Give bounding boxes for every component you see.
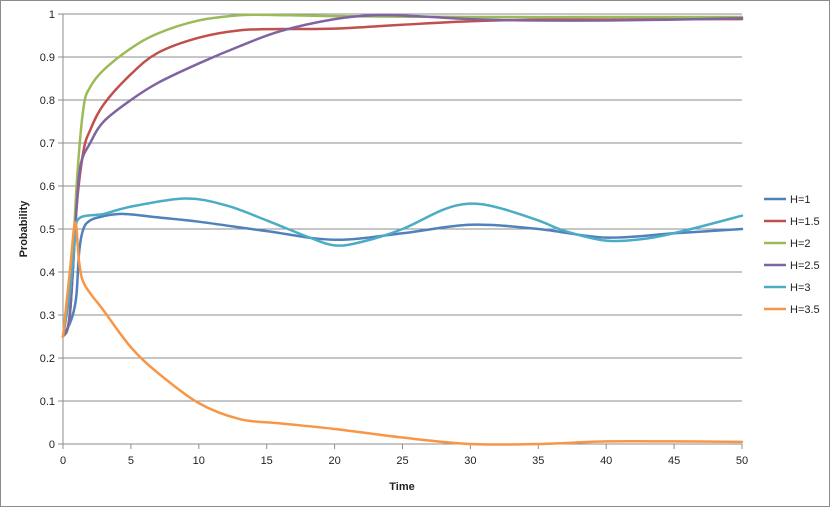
x-tick-label: 30 bbox=[464, 455, 476, 467]
legend-label-h-2: H=2 bbox=[790, 238, 811, 250]
y-tick-label: 0.7 bbox=[40, 138, 55, 150]
x-tick-label: 15 bbox=[261, 455, 273, 467]
y-tick-label: 0.6 bbox=[40, 181, 55, 193]
legend-label-h-1: H=1 bbox=[790, 194, 811, 206]
y-tick-label: 0.5 bbox=[40, 224, 55, 236]
y-axis-title: Probability bbox=[18, 200, 30, 258]
series-line-h-1 bbox=[61, 212, 744, 338]
x-tick-label: 20 bbox=[328, 455, 340, 467]
series-lines bbox=[61, 13, 744, 446]
y-tick-label: 0.4 bbox=[40, 267, 55, 279]
legend: H=1 H=1.5 H=2 H=2.5 H=3 H=3.5 bbox=[764, 194, 820, 316]
x-tick-label: 10 bbox=[193, 455, 205, 467]
legend-label-h-3: H=3 bbox=[790, 282, 811, 294]
series-line-h-1-5 bbox=[61, 17, 744, 338]
x-tick-label: 25 bbox=[396, 455, 408, 467]
x-axis-title: Time bbox=[389, 481, 414, 493]
x-tick-label: 50 bbox=[736, 455, 748, 467]
y-tick-label: 0.9 bbox=[40, 52, 55, 64]
y-tick-label: 0.8 bbox=[40, 95, 55, 107]
x-tick-label: 35 bbox=[532, 455, 544, 467]
x-tick-label: 0 bbox=[60, 455, 66, 467]
legend-label-h-2-5: H=2.5 bbox=[790, 260, 820, 272]
axes bbox=[58, 13, 743, 449]
series-line-h-3-5 bbox=[61, 221, 744, 446]
x-tick-labels: 0 5 10 15 20 25 30 35 40 45 50 bbox=[60, 455, 748, 467]
y-tick-label: 1 bbox=[49, 9, 55, 21]
legend-label-h-1-5: H=1.5 bbox=[790, 216, 820, 228]
y-tick-label: 0.3 bbox=[40, 310, 55, 322]
x-tick-label: 45 bbox=[668, 455, 680, 467]
y-tick-label: 0.1 bbox=[40, 396, 55, 408]
series-line-h-2 bbox=[61, 13, 744, 338]
y-tick-labels: 0 0.1 0.2 0.3 0.4 0.5 0.6 0.7 0.8 0.9 1 bbox=[40, 9, 55, 451]
x-tick-label: 5 bbox=[128, 455, 134, 467]
series-line-h-2-5 bbox=[61, 13, 744, 338]
x-tick-label: 40 bbox=[600, 455, 612, 467]
legend-label-h-3-5: H=3.5 bbox=[790, 304, 820, 316]
line-chart: 0 0.1 0.2 0.3 0.4 0.5 0.6 0.7 0.8 0.9 1 0 5 10 15 20 25… bbox=[18, 9, 820, 493]
y-tick-label: 0.2 bbox=[40, 353, 55, 365]
y-tick-label: 0 bbox=[49, 439, 55, 451]
